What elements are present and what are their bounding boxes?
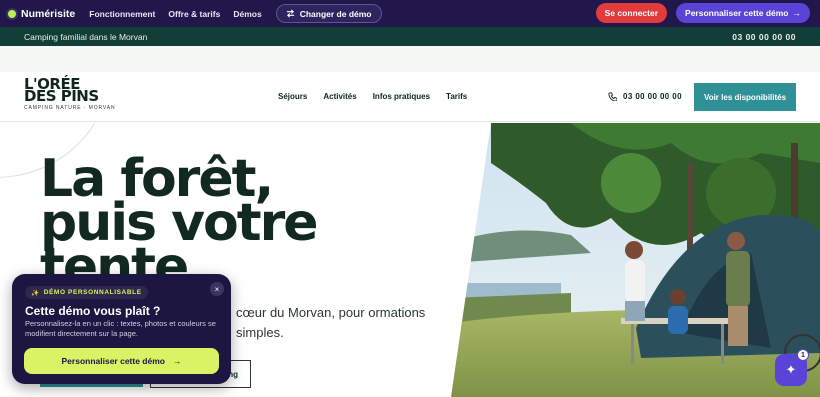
info-tagline: Camping familial dans le Morvan	[24, 31, 148, 42]
topbar-nav: Fonctionnement Offre & tarifs Démos	[89, 9, 261, 19]
demo-card-personalize-button[interactable]: Personnaliser cette démo →	[24, 348, 219, 374]
nav-sejours[interactable]: Séjours	[278, 92, 307, 101]
login-button[interactable]: Se connecter	[595, 3, 668, 23]
nav-fonctionnement[interactable]: Fonctionnement	[89, 9, 155, 19]
demo-card-button-label: Personnaliser cette démo	[61, 356, 165, 366]
swap-icon	[286, 9, 294, 18]
availability-button[interactable]: Voir les disponibilités	[694, 83, 796, 111]
main-nav: Séjours Activités Infos pratiques Tarifs	[278, 92, 467, 101]
sparkle-icon: ✦	[785, 362, 797, 377]
demo-badge-label: DÉMO PERSONNALISABLE	[43, 289, 142, 296]
demo-card-title: Cette démo vous plaît ?	[25, 304, 161, 318]
login-label: Se connecter	[604, 8, 659, 18]
change-demo-button[interactable]: Changer de démo	[275, 4, 382, 23]
demo-personalize-card: ✨ DÉMO PERSONNALISABLE × Cette démo vous…	[12, 274, 231, 384]
spacer-band	[0, 46, 820, 72]
assistant-fab[interactable]: ✦ 1	[775, 349, 809, 386]
arrow-right-icon: →	[172, 356, 182, 366]
nav-tarifs[interactable]: Tarifs	[446, 92, 467, 101]
nav-offre-tarifs[interactable]: Offre & tarifs	[168, 9, 220, 19]
hero-headline: La forêt, puis votre tente.	[40, 149, 319, 297]
logo-line-2: DES PINS	[24, 87, 99, 105]
demo-badge: ✨ DÉMO PERSONNALISABLE	[25, 286, 148, 299]
header-phone-number: 03 00 00 00 00	[623, 92, 682, 101]
hero-lede: cœur du Morvan, pour ormations simples.	[236, 305, 426, 340]
sparkle-icon: ✨	[31, 289, 40, 297]
phone-icon	[608, 92, 617, 101]
info-phone[interactable]: 03 00 00 00 00	[732, 32, 796, 42]
nav-infos-pratiques[interactable]: Infos pratiques	[373, 92, 430, 101]
info-bar: Camping familial dans le Morvan 03 00 00…	[0, 27, 820, 46]
nav-activites[interactable]: Activités	[323, 92, 356, 101]
demo-card-text: Personnalisez-la en un clic : textes, ph…	[25, 319, 216, 338]
brand-dot-icon	[8, 9, 16, 18]
numerisite-brand[interactable]: Numérisite	[8, 8, 75, 20]
arrow-right-icon: →	[792, 8, 802, 18]
nav-demos[interactable]: Démos	[233, 9, 261, 19]
brand-name: Numérisite	[21, 7, 76, 20]
availability-label: Voir les disponibilités	[703, 92, 787, 102]
personalize-label: Personnaliser cette démo	[685, 8, 789, 18]
notification-count-badge: 1	[797, 349, 809, 361]
logo-subtitle: CAMPING NATURE · MORVAN	[24, 105, 116, 111]
close-icon[interactable]: ×	[210, 282, 224, 296]
demo-topbar: Numérisite Fonctionnement Offre & tarifs…	[0, 0, 820, 27]
header-phone[interactable]: 03 00 00 00 00	[608, 92, 682, 101]
site-header: L'ORÉE DES PINS CAMPING NATURE · MORVAN …	[0, 72, 820, 122]
personalize-demo-button[interactable]: Personnaliser cette démo →	[676, 3, 810, 23]
site-logo[interactable]: L'ORÉE DES PINS CAMPING NATURE · MORVAN	[24, 77, 134, 112]
change-demo-label: Changer de démo	[299, 8, 372, 19]
camping-family-photo	[451, 123, 820, 397]
